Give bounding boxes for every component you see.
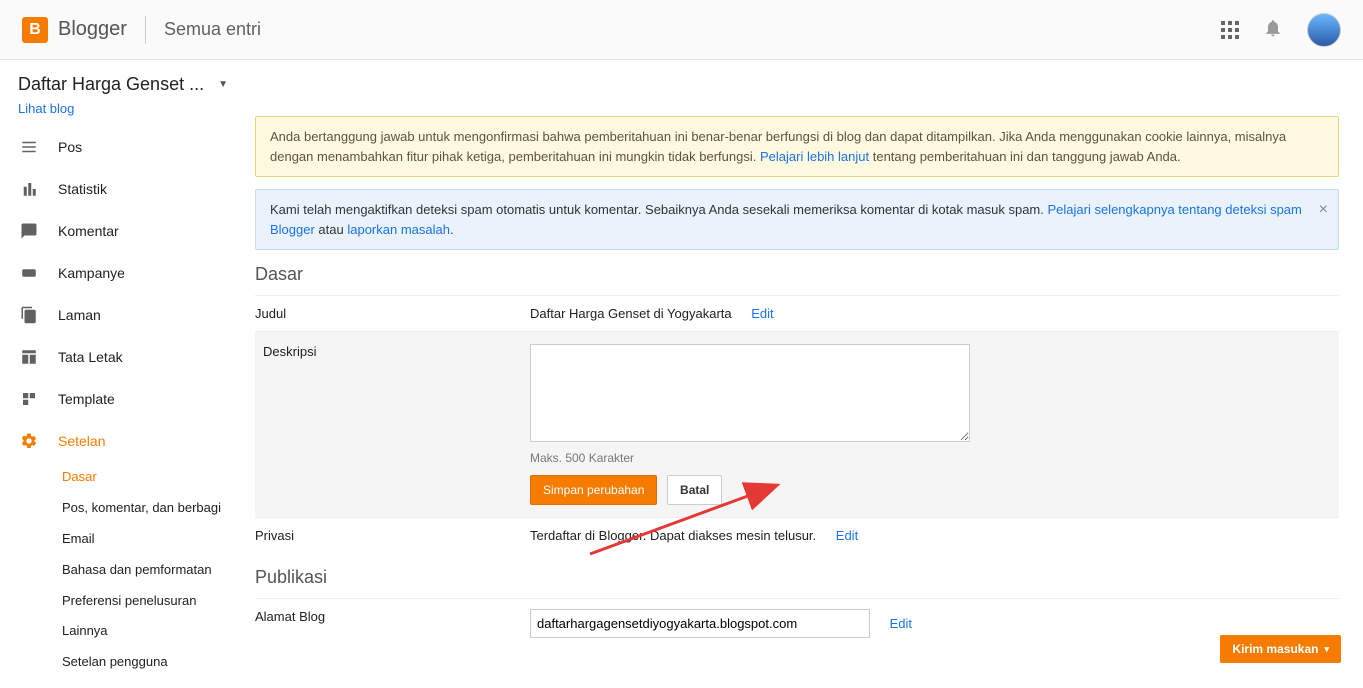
save-button[interactable]: Simpan perubahan (530, 475, 657, 505)
comment-icon (18, 220, 40, 242)
post-icon (18, 136, 40, 158)
subnav-pos-komentar[interactable]: Pos, komentar, dan berbagi (62, 493, 245, 524)
nav-setelan[interactable]: Setelan (0, 420, 245, 462)
cancel-button[interactable]: Batal (667, 475, 722, 505)
user-avatar[interactable] (1307, 13, 1341, 47)
nav-label: Pos (58, 139, 82, 155)
send-feedback-button[interactable]: Kirim masukan (1220, 635, 1341, 663)
nav-label: Laman (58, 307, 101, 323)
campaign-icon (18, 262, 40, 284)
template-icon (18, 388, 40, 410)
learn-more-link[interactable]: Pelajari lebih lanjut (760, 149, 869, 164)
nav-kampanye[interactable]: Kampanye (0, 252, 245, 294)
pages-icon (18, 304, 40, 326)
subnav-pengguna[interactable]: Setelan pengguna (62, 647, 245, 678)
nav-laman[interactable]: Laman (0, 294, 245, 336)
nav-label: Statistik (58, 181, 107, 197)
sidebar: Pos Statistik Komentar Kampanye Laman Ta… (0, 116, 245, 688)
brand-name: Blogger (58, 18, 127, 41)
gear-icon (18, 430, 40, 452)
deskripsi-hint: Maks. 500 Karakter (530, 451, 1339, 465)
header-divider (145, 16, 146, 44)
nav-statistik[interactable]: Statistik (0, 168, 245, 210)
blogger-logo-icon: B (22, 17, 48, 43)
stats-icon (18, 178, 40, 200)
edit-judul-link[interactable]: Edit (751, 306, 773, 321)
apps-grid-icon[interactable] (1221, 21, 1239, 39)
section-publikasi-title: Publikasi (255, 567, 1339, 588)
subnav-email[interactable]: Email (62, 524, 245, 555)
value-judul: Daftar Harga Genset di Yogyakarta (530, 306, 732, 321)
nav-label: Setelan (58, 433, 105, 449)
nav-tataletak[interactable]: Tata Letak (0, 336, 245, 378)
label-alamat: Alamat Blog (255, 609, 530, 638)
view-blog-link[interactable]: Lihat blog (18, 101, 74, 116)
blog-address-input[interactable] (530, 609, 870, 638)
report-issue-link[interactable]: laporkan masalah (347, 222, 450, 237)
subnav-dasar[interactable]: Dasar (62, 462, 245, 493)
label-judul: Judul (255, 306, 530, 321)
page-title: Semua entri (164, 19, 261, 40)
subnav-preferensi[interactable]: Preferensi penelusuran (62, 586, 245, 617)
subnav-lainnya[interactable]: Lainnya (62, 616, 245, 647)
nav-pos[interactable]: Pos (0, 126, 245, 168)
section-dasar-title: Dasar (255, 264, 1339, 285)
label-deskripsi: Deskripsi (255, 344, 530, 505)
nav-label: Tata Letak (58, 349, 123, 365)
nav-label: Kampanye (58, 265, 125, 281)
value-privasi: Terdaftar di Blogger. Dapat diakses mesi… (530, 528, 816, 543)
spam-notice: × Kami telah mengaktifkan deteksi spam o… (255, 189, 1339, 250)
notice-text: atau (315, 222, 348, 237)
edit-privasi-link[interactable]: Edit (836, 528, 858, 543)
nav-label: Komentar (58, 223, 119, 239)
blog-name-label: Daftar Harga Genset ... (18, 74, 204, 95)
nav-template[interactable]: Template (0, 378, 245, 420)
layout-icon (18, 346, 40, 368)
blog-selector-dropdown[interactable]: Daftar Harga Genset ... ▼ (18, 74, 228, 95)
label-privasi: Privasi (255, 528, 530, 543)
nav-komentar[interactable]: Komentar (0, 210, 245, 252)
notifications-icon[interactable] (1263, 18, 1283, 41)
chevron-down-icon: ▼ (218, 79, 228, 90)
notice-text: tentang pemberitahuan ini dan tanggung j… (869, 149, 1181, 164)
notice-text: Kami telah mengaktifkan deteksi spam oto… (270, 202, 1047, 217)
cookie-notice: Anda bertanggung jawab untuk mengonfirma… (255, 116, 1339, 177)
close-icon[interactable]: × (1319, 198, 1328, 222)
subnav-bahasa[interactable]: Bahasa dan pemformatan (62, 555, 245, 586)
deskripsi-textarea[interactable] (530, 344, 970, 442)
nav-label: Template (58, 391, 115, 407)
edit-alamat-link[interactable]: Edit (890, 616, 912, 631)
